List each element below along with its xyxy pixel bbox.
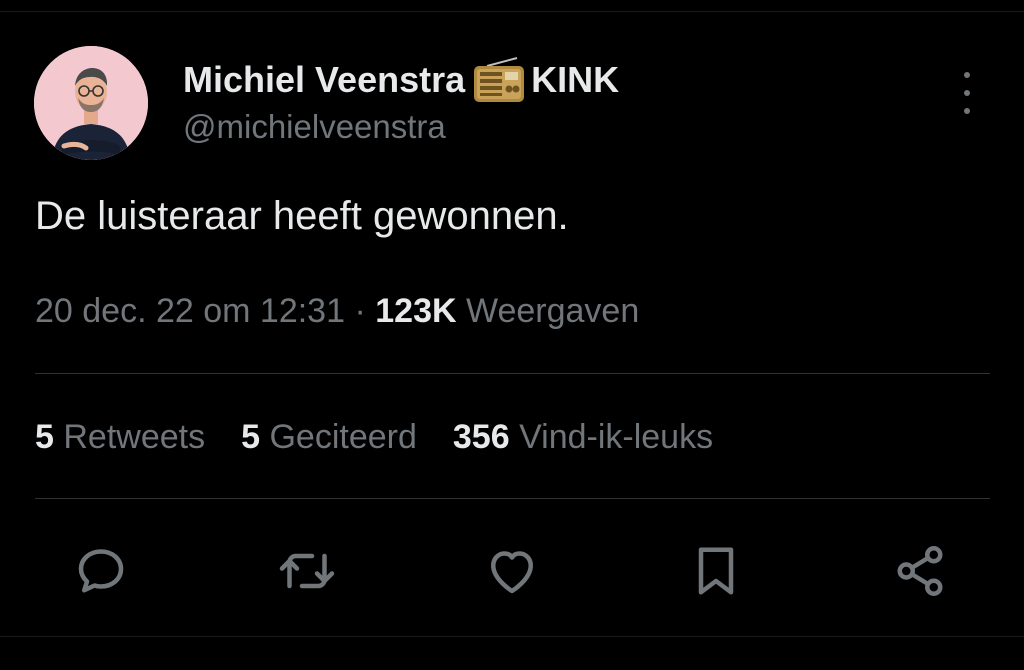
avatar[interactable] <box>34 46 148 160</box>
more-dot-icon <box>964 72 970 78</box>
likes-stat[interactable]: 356 Vind-ik-leuks <box>453 418 713 457</box>
engagement-stats: 5 Retweets 5 Geciteerd 356 Vind-ik-leuks <box>35 418 713 457</box>
tweet-detail-screen: Michiel Veenstra KINK @michielveenstra D… <box>0 0 1024 670</box>
tweet-meta: 20 dec. 22 om 12:31 · 123K Weergaven <box>35 292 639 331</box>
radio-icon <box>473 56 525 104</box>
retweet-icon <box>279 553 335 589</box>
author-handle[interactable]: @michielveenstra <box>183 108 446 146</box>
bookmark-icon <box>698 547 734 595</box>
retweets-label: Retweets <box>63 418 206 456</box>
bookmark-button[interactable] <box>681 536 751 606</box>
likes-label: Vind-ik-leuks <box>519 418 714 456</box>
retweets-stat[interactable]: 5 Retweets <box>35 418 205 457</box>
meta-separator: · <box>354 292 366 330</box>
action-bar <box>0 536 1024 606</box>
heart-icon <box>491 551 533 594</box>
share-icon <box>897 546 943 596</box>
meta-divider <box>35 373 990 374</box>
more-options-button[interactable] <box>952 72 982 114</box>
quotes-stat[interactable]: 5 Geciteerd <box>241 418 417 457</box>
author-name-suffix: KINK <box>531 59 620 100</box>
tweet-text: De luisteraar heeft gewonnen. <box>35 194 569 238</box>
author-display-name[interactable]: Michiel Veenstra KINK <box>183 56 619 104</box>
speech-bubble-icon <box>78 549 124 593</box>
quotes-label: Geciteerd <box>269 418 417 456</box>
retweet-button[interactable] <box>272 536 342 606</box>
quotes-count: 5 <box>241 418 261 456</box>
retweets-count: 5 <box>35 418 54 456</box>
views-count: 123K <box>375 292 457 330</box>
author-name: Michiel Veenstra <box>183 59 466 100</box>
views-label: Weergaven <box>465 292 640 330</box>
likes-count: 356 <box>452 418 510 456</box>
share-button[interactable] <box>885 536 955 606</box>
reply-button[interactable] <box>66 536 136 606</box>
more-dot-icon <box>964 108 970 114</box>
more-dot-icon <box>964 90 970 96</box>
like-button[interactable] <box>477 536 547 606</box>
bottom-divider <box>0 636 1024 637</box>
top-divider <box>0 11 1024 12</box>
stats-divider <box>35 498 990 499</box>
tweet-timestamp[interactable]: 20 dec. 22 om 12:31 <box>35 292 345 330</box>
